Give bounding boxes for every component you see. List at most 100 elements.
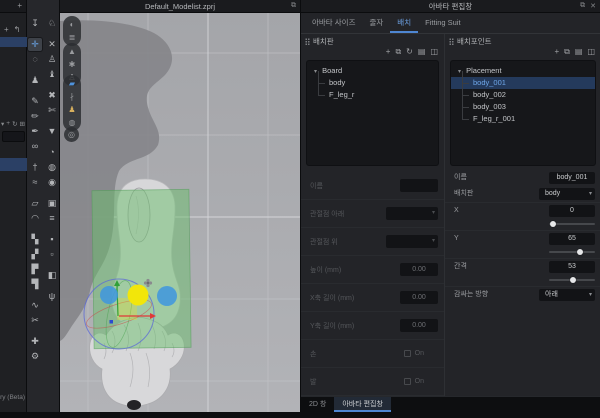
library-search-field[interactable] (2, 131, 25, 142)
gap-value-field[interactable]: 53 (549, 261, 595, 273)
arrangement-board[interactable] (92, 189, 191, 348)
foot-checkbox[interactable] (404, 378, 411, 385)
pin-box-tool[interactable]: ✏ (28, 110, 42, 123)
y-slider-knob[interactable] (577, 249, 583, 255)
tree-root-board[interactable]: ▾ Board (307, 64, 438, 77)
show-fabric-icon[interactable]: ▰ (66, 79, 78, 89)
undo-icon[interactable]: ↰ (14, 25, 21, 34)
steam-tool[interactable]: ◠ (28, 212, 42, 225)
dark-garment-tool[interactable]: ▼ (45, 125, 59, 138)
cross-out-tool[interactable]: ✖ (45, 89, 59, 102)
library-selected-row-2[interactable] (0, 158, 27, 171)
scene-3d[interactable]: ◐ ≣ ▲ ✱ ♙ ▰ ∤ ♟ ◍ ◎ (60, 13, 300, 412)
pose-x-tool[interactable]: ✕ (45, 38, 59, 51)
show-pins-icon[interactable]: ✱ (66, 60, 78, 70)
garment-add-tool[interactable]: ✚ (28, 335, 42, 348)
refresh-icon[interactable]: ↻ (12, 120, 17, 128)
garment-settings-tool[interactable]: ⚙ (28, 350, 42, 363)
pin-remove-tool[interactable]: ✒ (28, 125, 42, 138)
gear-avatar-tool[interactable]: ◔ (45, 146, 59, 159)
thread-tool[interactable]: ∿ (28, 299, 42, 312)
gap-slider-knob[interactable] (570, 277, 576, 283)
float-viewport-icon[interactable]: ⧉ (291, 2, 296, 10)
collapse-icon[interactable]: ▾ (314, 69, 317, 75)
globe-mesh-tool[interactable]: ◉ (45, 176, 59, 189)
point-add-icon[interactable]: + (554, 46, 559, 58)
add-icon[interactable]: + (4, 25, 9, 34)
plus-icon[interactable]: + (6, 120, 10, 128)
point-open-icon[interactable]: ▤ (575, 46, 583, 58)
board-add-icon[interactable]: + (386, 46, 391, 58)
needle-tool[interactable]: † (28, 161, 42, 174)
arrangement-point-selected[interactable] (128, 285, 149, 306)
board-ylen-field[interactable]: 0.00 (400, 319, 438, 332)
pose-avatar-tool[interactable]: ♟ (28, 74, 42, 87)
board-name-field[interactable] (400, 179, 438, 192)
joint-above-select[interactable]: ▾ (386, 235, 438, 248)
point-board-select[interactable]: body▾ (539, 188, 595, 200)
mannequin-tool[interactable]: ♙ (45, 53, 59, 66)
board-save-icon[interactable]: ◫ (430, 46, 438, 58)
tab-arrangement[interactable]: 배치 (390, 13, 418, 33)
render-style-icon[interactable]: ◐ (66, 20, 78, 30)
move-tool[interactable]: ✛ (28, 38, 42, 51)
x-value-field[interactable]: 0 (549, 205, 595, 217)
gizmo-center-handle[interactable] (110, 320, 114, 324)
tab-avatar-editor[interactable]: 아바타 편집창 (334, 397, 391, 412)
point-duplicate-icon[interactable]: ⧉ (564, 46, 570, 58)
y-slider[interactable] (549, 248, 595, 256)
garment-tool-b[interactable]: ▞ (28, 248, 42, 261)
tab-tape[interactable]: 줄자 (362, 13, 390, 33)
garment-tool-c[interactable]: ▛ (28, 263, 42, 276)
board-reset-icon[interactable]: ↻ (406, 46, 413, 58)
stamp-tool[interactable]: ▣ (45, 197, 59, 210)
tree-item-f-leg-r-001[interactable]: F_leg_r_001 (451, 113, 595, 125)
layers-tool[interactable]: ≡ (45, 212, 59, 225)
gap-slider[interactable] (549, 276, 595, 284)
layer-view-icon[interactable]: ≣ (66, 33, 78, 43)
show-stitch-icon[interactable]: ∤ (66, 92, 78, 102)
mannequin-pin-tool[interactable]: ♝ (45, 68, 59, 81)
brush-tool[interactable]: ≈ (28, 176, 42, 189)
arrangement-point-left[interactable] (100, 286, 118, 304)
grid-view-icon[interactable]: ⊞ (20, 120, 25, 128)
close-panel-icon[interactable]: ✕ (590, 2, 596, 10)
scissors-tool[interactable]: ✂ (28, 314, 42, 327)
library-selected-row[interactable] (0, 37, 27, 47)
arrangement-point-right[interactable] (157, 286, 177, 306)
garment-tool-a[interactable]: ▚ (28, 233, 42, 246)
fabric-swatch-dark[interactable]: ▪ (45, 233, 59, 246)
joint-below-select[interactable]: ▾ (386, 207, 438, 220)
iron-tool[interactable]: ▱ (28, 197, 42, 210)
tab-avatar-size[interactable]: 아바타 사이즈 (305, 13, 362, 33)
tree-item-body[interactable]: body (307, 77, 438, 89)
garment-tool-d[interactable]: ▜ (28, 278, 42, 291)
x-slider[interactable] (549, 220, 595, 228)
show-garment-icon[interactable]: ▲ (66, 47, 78, 57)
measure-tool[interactable]: ∞ (28, 140, 42, 153)
show-avatar-points-icon[interactable]: ♟ (66, 105, 78, 115)
avatar-stand-tool[interactable]: ψ (45, 290, 59, 303)
tree-item-body-002[interactable]: body_002 (451, 89, 595, 101)
fabric-swatch-2[interactable]: ◧ (45, 269, 59, 282)
tree-item-body-001[interactable]: body_001 (451, 77, 595, 89)
hand-checkbox[interactable] (404, 350, 411, 357)
float-panel-icon[interactable]: ⧉ (580, 2, 585, 10)
import-tool[interactable]: ↧ (28, 17, 42, 30)
board-duplicate-icon[interactable]: ⧉ (395, 46, 401, 58)
board-height-field[interactable]: 0.00 (400, 263, 438, 276)
board-xlen-field[interactable]: 0.00 (400, 291, 438, 304)
pin-tool[interactable]: ✎ (28, 95, 42, 108)
y-value-field[interactable]: 65 (549, 233, 595, 245)
board-open-icon[interactable]: ▤ (418, 46, 426, 58)
tape-tool[interactable]: ✄ (45, 104, 59, 117)
tree-root-placement[interactable]: ▾ Placement (451, 64, 595, 77)
collapse-icon[interactable]: ▾ (458, 69, 461, 75)
tree-item-f-leg-r[interactable]: F_leg_r (307, 89, 438, 101)
point-name-field[interactable]: body_001 (549, 172, 595, 184)
wrap-direction-select[interactable]: 아래▾ (539, 289, 595, 301)
tab-fitting-suit[interactable]: Fitting Suit (418, 13, 467, 33)
sphere-tool[interactable]: ◍ (45, 161, 59, 174)
x-slider-knob[interactable] (550, 221, 556, 227)
view-toggle-button[interactable]: ◎ (64, 127, 79, 142)
